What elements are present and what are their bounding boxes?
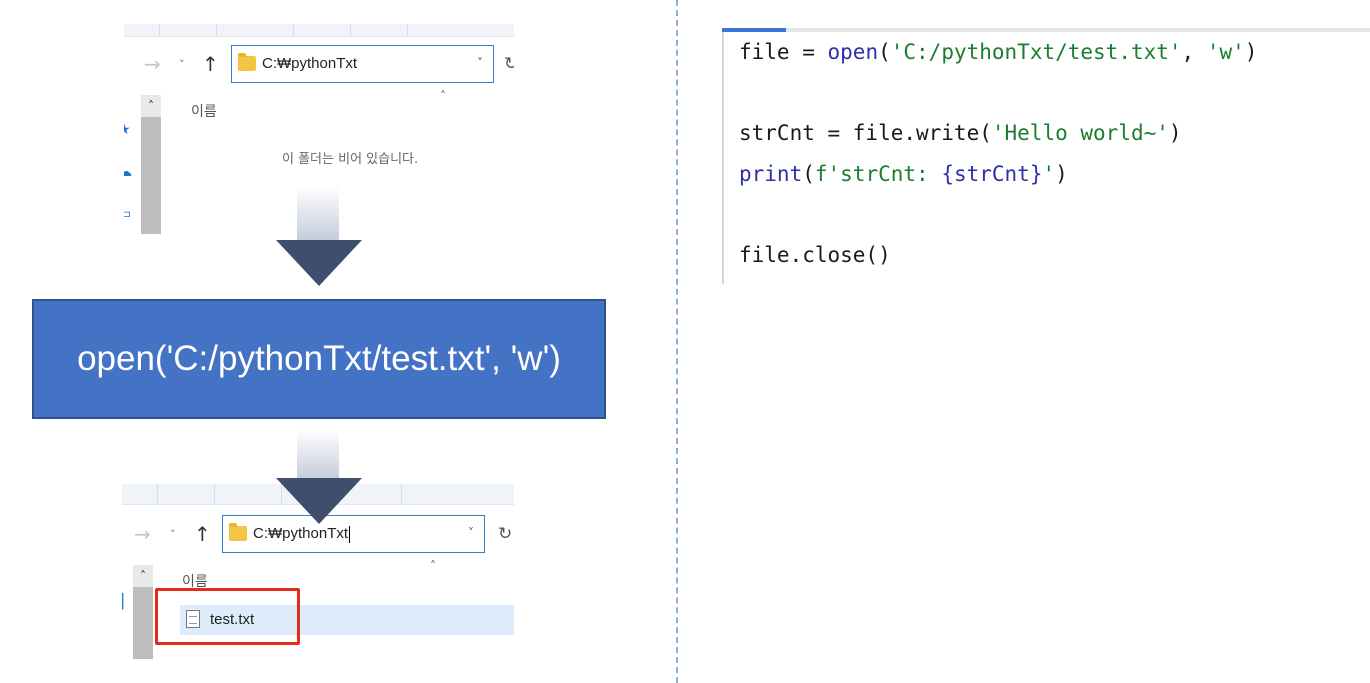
nav-pane-scrollbar[interactable] xyxy=(141,117,161,234)
up-arrow-icon[interactable]: ↑ xyxy=(194,522,211,546)
down-arrow-2 xyxy=(276,430,362,525)
quick-access-star-icon[interactable]: ▏ xyxy=(122,594,133,610)
explorer-tabstrip xyxy=(124,24,514,37)
empty-folder-message: 이 폴더는 비어 있습니다. xyxy=(282,152,419,167)
down-arrow-1 xyxy=(276,186,362,286)
quick-access-star-icon[interactable]: ★ xyxy=(124,122,131,138)
code-line-3: print(f'strCnt: {strCnt}') xyxy=(739,162,1068,186)
sort-ascending-icon: ˄ xyxy=(430,559,436,573)
up-arrow-icon[interactable]: ↑ xyxy=(202,52,219,76)
chevron-down-icon[interactable]: ˅ xyxy=(468,526,474,540)
active-tab-indicator xyxy=(722,28,786,32)
new-file-highlight-box xyxy=(155,588,300,645)
recent-dropdown-icon[interactable]: ˅ xyxy=(170,528,176,541)
folder-icon xyxy=(238,53,256,71)
sort-ascending-icon: ˄ xyxy=(440,89,446,103)
nav-pane-scrollbar[interactable] xyxy=(133,587,153,659)
onedrive-icon[interactable]: ☁ xyxy=(124,164,132,180)
this-pc-icon[interactable]: ▭ xyxy=(124,206,131,222)
address-bar[interactable]: C:₩pythonTxt ˅ xyxy=(231,45,494,83)
back-arrow-icon[interactable]: → xyxy=(134,522,151,546)
code-line-4: file.close() xyxy=(739,243,891,267)
text-cursor xyxy=(349,525,351,543)
back-arrow-icon[interactable]: → xyxy=(144,52,161,76)
open-command-box: open('C:/pythonTxt/test.txt', 'w') xyxy=(32,299,606,419)
recent-dropdown-icon[interactable]: ˅ xyxy=(179,58,185,71)
collapse-caret-icon[interactable]: ˄ xyxy=(133,565,153,587)
refresh-icon[interactable]: ↻ xyxy=(498,524,512,544)
section-divider xyxy=(676,0,678,683)
chevron-down-icon[interactable]: ˅ xyxy=(477,56,483,70)
address-path: C:₩pythonTxt xyxy=(253,525,351,543)
code-line-2: strCnt = file.write('Hello world~') xyxy=(739,121,1182,145)
editor-gutter xyxy=(722,32,724,284)
name-column-header[interactable]: 이름 xyxy=(191,101,217,121)
code-line-1: file = open('C:/pythonTxt/test.txt', 'w'… xyxy=(739,40,1258,64)
refresh-icon[interactable]: ↻ xyxy=(504,54,514,74)
editor-tab-bar xyxy=(722,28,1370,32)
folder-icon xyxy=(229,523,247,541)
collapse-caret-icon[interactable]: ˄ xyxy=(141,95,161,117)
address-path: C:₩pythonTxt xyxy=(262,55,358,72)
code-editor-panel: file = open('C:/pythonTxt/test.txt', 'w'… xyxy=(722,28,1370,284)
